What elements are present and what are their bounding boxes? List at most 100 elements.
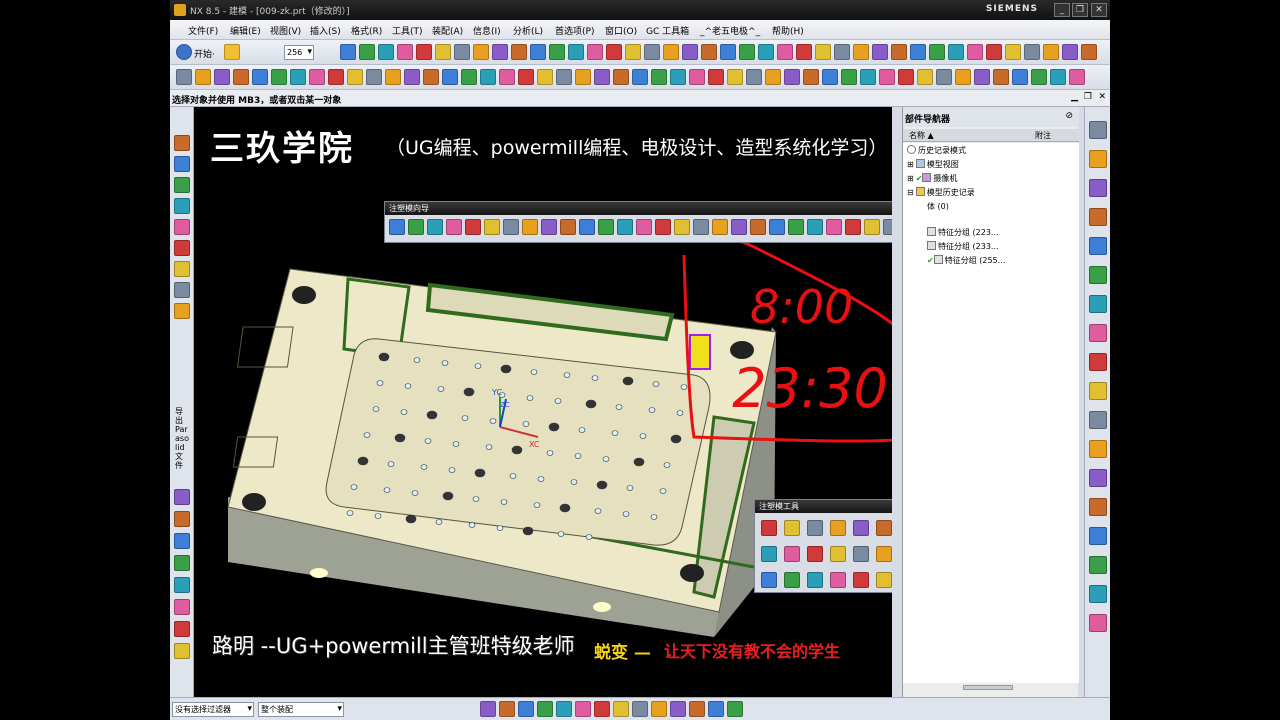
resource-icon[interactable] [1089,614,1107,632]
restore-button[interactable]: ❐ [1072,3,1088,17]
resource-icon[interactable] [174,198,190,214]
feature-tool-icon[interactable] [746,69,762,85]
toolbar-tool-icon[interactable] [1005,44,1021,60]
resource-icon[interactable] [1089,585,1107,603]
collapse-icon[interactable]: ⊟ [907,188,914,197]
cue-restore-button[interactable]: ❐ [1084,92,1092,102]
toolbar-tool-icon[interactable] [435,44,451,60]
feature-tool-icon[interactable] [936,69,952,85]
mold-tool-icon[interactable] [830,572,846,588]
menu-info[interactable]: 信息(I) [473,24,501,37]
mold-tool-icon[interactable] [830,546,846,562]
mold-wizard-tool-icon[interactable] [674,219,690,235]
feature-tool-icon[interactable] [651,69,667,85]
toolbar-tool-icon[interactable] [758,44,774,60]
mold-wizard-tool-icon[interactable] [769,219,785,235]
mold-tool-icon[interactable] [784,520,800,536]
mold-wizard-tool-icon[interactable] [864,219,880,235]
toolbar-tool-icon[interactable] [815,44,831,60]
snap-tool-icon[interactable] [518,701,534,717]
resource-icon[interactable] [174,282,190,298]
toolbar-tool-icon[interactable] [1024,44,1040,60]
toolbar-tool-icon[interactable] [1043,44,1059,60]
mold-wizard-tool-icon[interactable] [807,219,823,235]
snap-tool-icon[interactable] [575,701,591,717]
resource-icon[interactable] [174,555,190,571]
menu-edit[interactable]: 编辑(E) [230,24,261,37]
mold-wizard-tool-icon[interactable] [826,219,842,235]
resource-icon[interactable] [1089,440,1107,458]
feature-tool-icon[interactable] [347,69,363,85]
resource-icon[interactable] [1089,150,1107,168]
toolbar-tool-icon[interactable] [511,44,527,60]
mold-wizard-tool-icon[interactable] [712,219,728,235]
feature-tool-icon[interactable] [765,69,781,85]
feature-tool-icon[interactable] [803,69,819,85]
toolbar-tool-icon[interactable] [796,44,812,60]
feature-tool-icon[interactable] [404,69,420,85]
resource-icon[interactable] [1089,295,1107,313]
mold-tool-icon[interactable] [853,572,869,588]
resource-icon[interactable] [174,511,190,527]
mold-tool-icon[interactable] [784,546,800,562]
resource-icon[interactable] [174,643,190,659]
feature-tool-icon[interactable] [499,69,515,85]
feature-tool-icon[interactable] [252,69,268,85]
menu-help[interactable]: 帮助(H) [772,24,804,37]
toolbar-tool-icon[interactable] [587,44,603,60]
mold-wizard-tool-icon[interactable] [560,219,576,235]
toolbar-tool-icon[interactable] [454,44,470,60]
feature-tool-icon[interactable] [176,69,192,85]
mold-wizard-tool-icon[interactable] [845,219,861,235]
mold-wizard-tool-icon[interactable] [731,219,747,235]
mold-tool-icon[interactable] [761,546,777,562]
mold-wizard-tool-icon[interactable] [522,219,538,235]
menu-file[interactable]: 文件(F) [188,24,218,37]
toolbar-tool-icon[interactable] [606,44,622,60]
resource-icon[interactable] [174,156,190,172]
mold-tool-icon[interactable] [876,520,892,536]
feature-tool-icon[interactable] [917,69,933,85]
toolbar-tool-icon[interactable] [834,44,850,60]
toolbar-tool-icon[interactable] [663,44,679,60]
type-filter-combo[interactable]: 没有选择过滤器 [172,702,254,717]
menu-assembly[interactable]: 装配(A) [432,24,463,37]
tree-item-feature-group-2[interactable]: 特征分组 (233... [927,241,999,253]
feature-tool-icon[interactable] [670,69,686,85]
close-button[interactable]: ✕ [1091,3,1107,17]
resource-icon[interactable] [174,599,190,615]
mold-wizard-tool-icon[interactable] [427,219,443,235]
mold-tool-icon[interactable] [876,546,892,562]
resource-icon[interactable] [1089,353,1107,371]
menu-format[interactable]: 格式(R) [351,24,382,37]
mold-wizard-tool-icon[interactable] [465,219,481,235]
graphics-window[interactable]: YC ZC XC 8:00 23:30 三玖学院 （UG编程、powermill… [194,107,892,697]
resource-icon[interactable] [174,240,190,256]
feature-tool-icon[interactable] [784,69,800,85]
toolbar-tool-icon[interactable] [530,44,546,60]
pin-icon[interactable]: ⊘ [1065,111,1073,121]
toolbar-tool-icon[interactable] [872,44,888,60]
feature-tool-icon[interactable] [879,69,895,85]
mold-wizard-tool-icon[interactable] [636,219,652,235]
menu-gc-toolbox[interactable]: GC 工具箱 [646,24,689,37]
menu-electrode[interactable]: _^老五电极^_ [700,24,760,37]
mold-tool-icon[interactable] [784,572,800,588]
resource-icon[interactable] [174,621,190,637]
navigator-scrollbar[interactable] [963,685,1013,690]
resource-icon[interactable] [1089,498,1107,516]
mold-tool-icon[interactable] [761,520,777,536]
mold-tool-icon[interactable] [876,572,892,588]
toolbar-tool-icon[interactable] [853,44,869,60]
feature-tool-icon[interactable] [461,69,477,85]
mold-wizard-tool-icon[interactable] [617,219,633,235]
mold-tool-icon[interactable] [830,520,846,536]
feature-tool-icon[interactable] [575,69,591,85]
snap-tool-icon[interactable] [727,701,743,717]
resource-icon[interactable] [174,135,190,151]
snap-tool-icon[interactable] [708,701,724,717]
mold-plate-model[interactable]: YC ZC XC 8:00 23:30 [194,107,892,697]
tree-item-model-history[interactable]: ⊟ 模型历史记录 [907,187,975,199]
toolbar-tool-icon[interactable] [1081,44,1097,60]
tree-item-cameras[interactable]: ⊞ ✔ 摄像机 [907,173,957,185]
